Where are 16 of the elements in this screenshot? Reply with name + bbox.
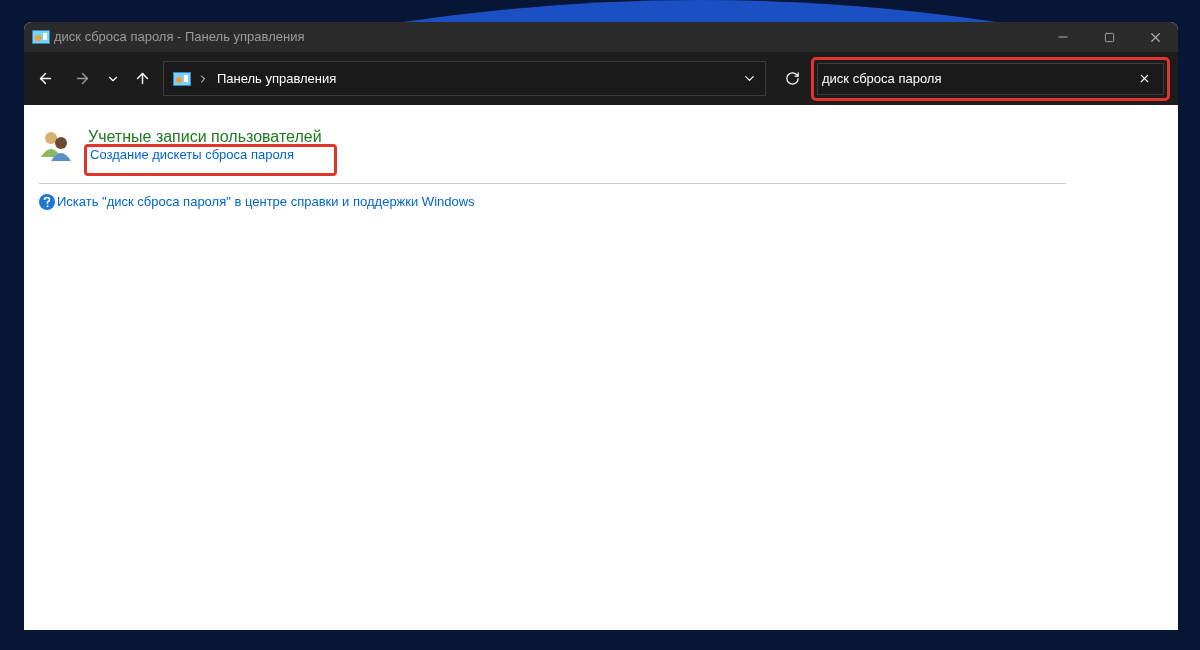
control-panel-icon: [32, 30, 50, 44]
control-panel-icon: [172, 71, 191, 86]
search-text: диск сброса пароля: [822, 69, 942, 88]
breadcrumb-item[interactable]: Панель управления: [216, 68, 337, 89]
help-icon: [39, 193, 55, 210]
category-heading[interactable]: Учетные записи пользователей: [88, 127, 322, 147]
close-icon: [1138, 72, 1151, 85]
users-icon: [39, 129, 73, 161]
clear-button[interactable]: [1138, 72, 1151, 85]
help-search-link[interactable]: Искать "диск сброса пароля" в центре справки и поддержки Windows: [57, 192, 475, 212]
window-title: диск сброса пароля - Панель управления: [54, 28, 305, 47]
task-link[interactable]: Создание дискеты сброса пароля: [90, 147, 294, 163]
search-field[interactable]: диск сброса пароля: [817, 62, 1164, 95]
refresh-icon: [784, 71, 800, 86]
address-bar[interactable]: Панель управления: [162, 61, 767, 96]
maximize-icon: [1103, 31, 1115, 43]
